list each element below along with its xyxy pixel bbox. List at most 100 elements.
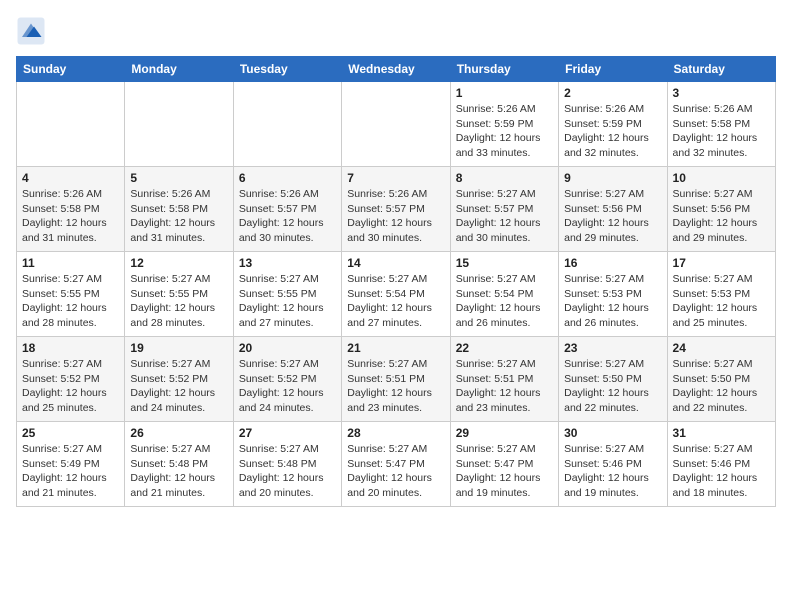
day-number: 2 (564, 86, 661, 100)
day-cell: 18 Sunrise: 5:27 AMSunset: 5:52 PMDayligh… (17, 337, 125, 422)
day-number: 22 (456, 341, 553, 355)
day-cell (125, 82, 233, 167)
day-number: 12 (130, 256, 227, 270)
day-number: 7 (347, 171, 444, 185)
day-info: Sunrise: 5:27 AMSunset: 5:48 PMDaylight:… (239, 442, 336, 501)
day-number: 11 (22, 256, 119, 270)
day-number: 30 (564, 426, 661, 440)
day-info: Sunrise: 5:26 AMSunset: 5:59 PMDaylight:… (564, 102, 661, 161)
day-info: Sunrise: 5:26 AMSunset: 5:59 PMDaylight:… (456, 102, 553, 161)
day-cell: 29 Sunrise: 5:27 AMSunset: 5:47 PMDayligh… (450, 422, 558, 507)
day-number: 25 (22, 426, 119, 440)
day-number: 4 (22, 171, 119, 185)
day-cell: 28 Sunrise: 5:27 AMSunset: 5:47 PMDayligh… (342, 422, 450, 507)
day-number: 14 (347, 256, 444, 270)
day-number: 21 (347, 341, 444, 355)
day-cell: 8 Sunrise: 5:27 AMSunset: 5:57 PMDaylight… (450, 167, 558, 252)
day-number: 19 (130, 341, 227, 355)
day-info: Sunrise: 5:27 AMSunset: 5:50 PMDaylight:… (673, 357, 770, 416)
day-info: Sunrise: 5:27 AMSunset: 5:54 PMDaylight:… (347, 272, 444, 331)
header-thursday: Thursday (450, 57, 558, 82)
header-tuesday: Tuesday (233, 57, 341, 82)
day-info: Sunrise: 5:27 AMSunset: 5:56 PMDaylight:… (673, 187, 770, 246)
day-number: 3 (673, 86, 770, 100)
day-info: Sunrise: 5:27 AMSunset: 5:47 PMDaylight:… (347, 442, 444, 501)
day-number: 15 (456, 256, 553, 270)
day-cell: 22 Sunrise: 5:27 AMSunset: 5:51 PMDayligh… (450, 337, 558, 422)
day-cell: 1 Sunrise: 5:26 AMSunset: 5:59 PMDaylight… (450, 82, 558, 167)
day-number: 8 (456, 171, 553, 185)
day-number: 17 (673, 256, 770, 270)
day-number: 1 (456, 86, 553, 100)
calendar-header: SundayMondayTuesdayWednesdayThursdayFrid… (17, 57, 776, 82)
day-cell (17, 82, 125, 167)
day-number: 28 (347, 426, 444, 440)
day-number: 18 (22, 341, 119, 355)
day-cell: 13Sunrise: 5:27 AMSunset: 5:55 PMDayligh… (233, 252, 341, 337)
header-sunday: Sunday (17, 57, 125, 82)
day-cell: 27Sunrise: 5:27 AMSunset: 5:48 PMDayligh… (233, 422, 341, 507)
day-info: Sunrise: 5:27 AMSunset: 5:50 PMDaylight:… (564, 357, 661, 416)
day-number: 20 (239, 341, 336, 355)
day-cell: 2 Sunrise: 5:26 AMSunset: 5:59 PMDaylight… (559, 82, 667, 167)
day-info: Sunrise: 5:27 AMSunset: 5:46 PMDaylight:… (673, 442, 770, 501)
header-saturday: Saturday (667, 57, 775, 82)
day-cell: 21 Sunrise: 5:27 AMSunset: 5:51 PMDayligh… (342, 337, 450, 422)
day-cell (233, 82, 341, 167)
day-info: Sunrise: 5:27 AMSunset: 5:53 PMDaylight:… (564, 272, 661, 331)
week-row-3: 11 Sunrise: 5:27 AMSunset: 5:55 PMDayligh… (17, 252, 776, 337)
day-info: Sunrise: 5:27 AMSunset: 5:46 PMDaylight:… (564, 442, 661, 501)
day-info: Sunrise: 5:27 AMSunset: 5:51 PMDaylight:… (347, 357, 444, 416)
day-info: Sunrise: 5:27 AMSunset: 5:52 PMDaylight:… (130, 357, 227, 416)
day-info: Sunrise: 5:27 AMSunset: 5:54 PMDaylight:… (456, 272, 553, 331)
day-cell: 16Sunrise: 5:27 AMSunset: 5:53 PMDayligh… (559, 252, 667, 337)
page-header (16, 16, 776, 46)
day-number: 29 (456, 426, 553, 440)
day-cell: 10Sunrise: 5:27 AMSunset: 5:56 PMDayligh… (667, 167, 775, 252)
day-cell (342, 82, 450, 167)
day-info: Sunrise: 5:26 AMSunset: 5:57 PMDaylight:… (347, 187, 444, 246)
day-cell: 9 Sunrise: 5:27 AMSunset: 5:56 PMDaylight… (559, 167, 667, 252)
day-cell: 3Sunrise: 5:26 AMSunset: 5:58 PMDaylight… (667, 82, 775, 167)
day-cell: 31Sunrise: 5:27 AMSunset: 5:46 PMDayligh… (667, 422, 775, 507)
day-info: Sunrise: 5:27 AMSunset: 5:55 PMDaylight:… (130, 272, 227, 331)
day-number: 26 (130, 426, 227, 440)
day-info: Sunrise: 5:26 AMSunset: 5:58 PMDaylight:… (22, 187, 119, 246)
week-row-2: 4 Sunrise: 5:26 AMSunset: 5:58 PMDaylight… (17, 167, 776, 252)
day-info: Sunrise: 5:27 AMSunset: 5:47 PMDaylight:… (456, 442, 553, 501)
calendar-body: 1 Sunrise: 5:26 AMSunset: 5:59 PMDaylight… (17, 82, 776, 507)
day-info: Sunrise: 5:27 AMSunset: 5:51 PMDaylight:… (456, 357, 553, 416)
day-cell: 15 Sunrise: 5:27 AMSunset: 5:54 PMDayligh… (450, 252, 558, 337)
day-info: Sunrise: 5:26 AMSunset: 5:57 PMDaylight:… (239, 187, 336, 246)
day-info: Sunrise: 5:27 AMSunset: 5:49 PMDaylight:… (22, 442, 119, 501)
day-cell: 20 Sunrise: 5:27 AMSunset: 5:52 PMDayligh… (233, 337, 341, 422)
day-info: Sunrise: 5:27 AMSunset: 5:56 PMDaylight:… (564, 187, 661, 246)
day-info: Sunrise: 5:26 AMSunset: 5:58 PMDaylight:… (130, 187, 227, 246)
day-number: 9 (564, 171, 661, 185)
day-cell: 25 Sunrise: 5:27 AMSunset: 5:49 PMDayligh… (17, 422, 125, 507)
day-number: 13 (239, 256, 336, 270)
day-cell: 14 Sunrise: 5:27 AMSunset: 5:54 PMDayligh… (342, 252, 450, 337)
header-row: SundayMondayTuesdayWednesdayThursdayFrid… (17, 57, 776, 82)
day-cell: 30 Sunrise: 5:27 AMSunset: 5:46 PMDayligh… (559, 422, 667, 507)
header-monday: Monday (125, 57, 233, 82)
day-info: Sunrise: 5:27 AMSunset: 5:48 PMDaylight:… (130, 442, 227, 501)
day-cell: 26 Sunrise: 5:27 AMSunset: 5:48 PMDayligh… (125, 422, 233, 507)
day-info: Sunrise: 5:27 AMSunset: 5:57 PMDaylight:… (456, 187, 553, 246)
day-number: 6 (239, 171, 336, 185)
header-wednesday: Wednesday (342, 57, 450, 82)
day-info: Sunrise: 5:27 AMSunset: 5:53 PMDaylight:… (673, 272, 770, 331)
logo-icon (16, 16, 46, 46)
header-friday: Friday (559, 57, 667, 82)
week-row-4: 18 Sunrise: 5:27 AMSunset: 5:52 PMDayligh… (17, 337, 776, 422)
calendar-table: SundayMondayTuesdayWednesdayThursdayFrid… (16, 56, 776, 507)
day-info: Sunrise: 5:27 AMSunset: 5:52 PMDaylight:… (22, 357, 119, 416)
week-row-1: 1 Sunrise: 5:26 AMSunset: 5:59 PMDaylight… (17, 82, 776, 167)
day-number: 5 (130, 171, 227, 185)
day-info: Sunrise: 5:27 AMSunset: 5:55 PMDaylight:… (22, 272, 119, 331)
day-cell: 6 Sunrise: 5:26 AMSunset: 5:57 PMDaylight… (233, 167, 341, 252)
day-cell: 23Sunrise: 5:27 AMSunset: 5:50 PMDayligh… (559, 337, 667, 422)
day-info: Sunrise: 5:27 AMSunset: 5:52 PMDaylight:… (239, 357, 336, 416)
day-cell: 12 Sunrise: 5:27 AMSunset: 5:55 PMDayligh… (125, 252, 233, 337)
day-cell: 5 Sunrise: 5:26 AMSunset: 5:58 PMDaylight… (125, 167, 233, 252)
